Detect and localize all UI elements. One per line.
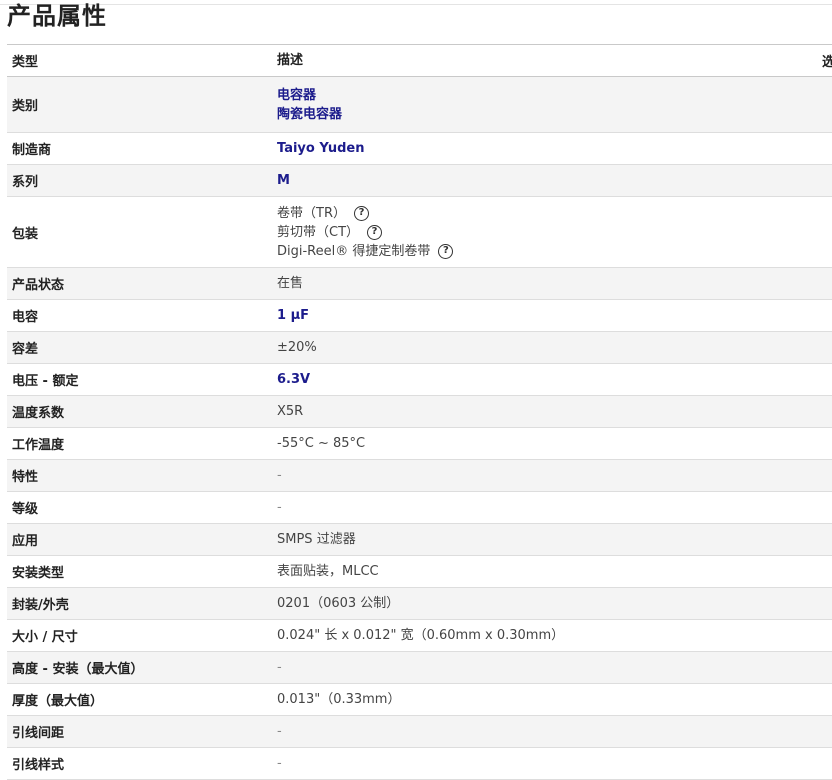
packaging-tape-reel: 卷带（TR） [277, 205, 346, 221]
row-label: 特性 [12, 470, 39, 485]
row-voltage-rated: 电压 - 额定 6.3V [7, 364, 832, 396]
link-capacitance[interactable]: 1 µF [277, 306, 832, 325]
row-value: X5R [277, 404, 304, 419]
row-applications: 应用 SMPS 过滤器 [7, 524, 832, 556]
row-label: 类别 [12, 99, 39, 114]
top-divider [0, 4, 832, 5]
question-circle-icon[interactable]: ? [438, 243, 454, 259]
row-label: 容差 [12, 342, 39, 357]
row-tolerance: 容差 ±20% [7, 332, 832, 364]
row-operating-temp: 工作温度 -55°C ~ 85°C [7, 428, 832, 460]
question-circle-icon[interactable]: ? [367, 224, 383, 240]
row-label: 电压 - 额定 [12, 374, 79, 389]
packaging-cut-tape: 剪切带（CT） [277, 224, 360, 240]
packaging-digi-reel: Digi-Reel® 得捷定制卷带 [277, 243, 431, 259]
row-size-dimension: 大小 / 尺寸 0.024" 长 x 0.012" 宽（0.60mm x 0.3… [7, 620, 832, 652]
packaging-option: Digi-Reel® 得捷定制卷带 ? [277, 242, 832, 261]
row-label: 封装/外壳 [12, 598, 69, 613]
row-label: 工作温度 [12, 438, 65, 453]
row-category: 类别 电容器 陶瓷电容器 [7, 77, 832, 133]
link-series[interactable]: M [277, 171, 832, 190]
row-lead-spacing: 引线间距 - [7, 716, 832, 748]
row-label: 高度 - 安装（最大值） [12, 662, 144, 677]
page-title: 产品属性 [7, 2, 107, 30]
row-label: 厚度（最大值） [12, 694, 104, 709]
row-label: 等级 [12, 502, 39, 517]
question-circle-icon[interactable]: ? [353, 205, 369, 221]
row-value: 表面贴装，MLCC [277, 564, 379, 579]
header-select: 选 [822, 55, 832, 70]
row-value: Taiyo Yuden [271, 139, 832, 158]
row-value: 在售 [277, 276, 304, 291]
row-thickness: 厚度（最大值） 0.013"（0.33mm） [7, 684, 832, 716]
row-mounting-type: 安装类型 表面贴装，MLCC [7, 556, 832, 588]
row-value: -55°C ~ 85°C [277, 436, 366, 451]
packaging-option: 卷带（TR） ? [277, 204, 832, 223]
row-value: - [277, 724, 282, 739]
row-label: 引线间距 [12, 726, 65, 741]
row-packaging: 包装 卷带（TR） ? 剪切带（CT） ? Digi-Reel® 得捷定制卷带 … [7, 197, 832, 268]
row-value: 电容器 陶瓷电容器 [271, 86, 832, 124]
row-height-seated: 高度 - 安装（最大值） - [7, 652, 832, 684]
row-manufacturer: 制造商 Taiyo Yuden [7, 133, 832, 165]
row-label: 引线样式 [12, 758, 65, 773]
product-attributes-table: 类型 描述 选 类别 电容器 陶瓷电容器 制造商 Taiyo Yuden 系列 … [7, 44, 832, 780]
row-label: 温度系数 [12, 406, 65, 421]
link-ceramic-capacitors[interactable]: 陶瓷电容器 [277, 105, 832, 124]
header-type: 类型 [12, 55, 39, 70]
row-label: 电容 [12, 310, 39, 325]
row-package-case: 封装/外壳 0201（0603 公制） [7, 588, 832, 620]
row-value: 卷带（TR） ? 剪切带（CT） ? Digi-Reel® 得捷定制卷带 ? [271, 204, 832, 261]
row-label: 大小 / 尺寸 [12, 630, 78, 645]
row-value: ±20% [277, 340, 317, 355]
row-label: 应用 [12, 534, 39, 549]
header-description: 描述 [277, 53, 304, 68]
row-value: 0.024" 长 x 0.012" 宽（0.60mm x 0.30mm） [277, 628, 565, 643]
link-capacitors[interactable]: 电容器 [277, 86, 832, 105]
row-label: 产品状态 [12, 278, 65, 293]
row-temp-coefficient: 温度系数 X5R [7, 396, 832, 428]
row-value: 0201（0603 公制） [277, 596, 400, 611]
row-label: 制造商 [12, 143, 52, 158]
link-voltage[interactable]: 6.3V [277, 370, 832, 389]
row-label: 系列 [12, 175, 39, 190]
row-value: - [277, 660, 282, 675]
row-value: - [277, 756, 282, 771]
row-value: SMPS 过滤器 [277, 532, 356, 547]
row-series: 系列 M [7, 165, 832, 197]
row-value: - [277, 468, 282, 483]
row-value: 0.013"（0.33mm） [277, 692, 401, 707]
row-features: 特性 - [7, 460, 832, 492]
table-header: 类型 描述 选 [7, 45, 832, 77]
row-ratings: 等级 - [7, 492, 832, 524]
row-lead-style: 引线样式 - [7, 748, 832, 780]
packaging-option: 剪切带（CT） ? [277, 223, 832, 242]
row-label: 包装 [12, 226, 39, 242]
row-value: 1 µF [271, 306, 832, 325]
row-value: 6.3V [271, 370, 832, 389]
row-label: 安装类型 [12, 566, 65, 581]
row-value: M [271, 171, 832, 190]
link-manufacturer[interactable]: Taiyo Yuden [277, 139, 832, 158]
row-product-status: 产品状态 在售 [7, 268, 832, 300]
row-value: - [277, 500, 282, 515]
row-capacitance: 电容 1 µF [7, 300, 832, 332]
